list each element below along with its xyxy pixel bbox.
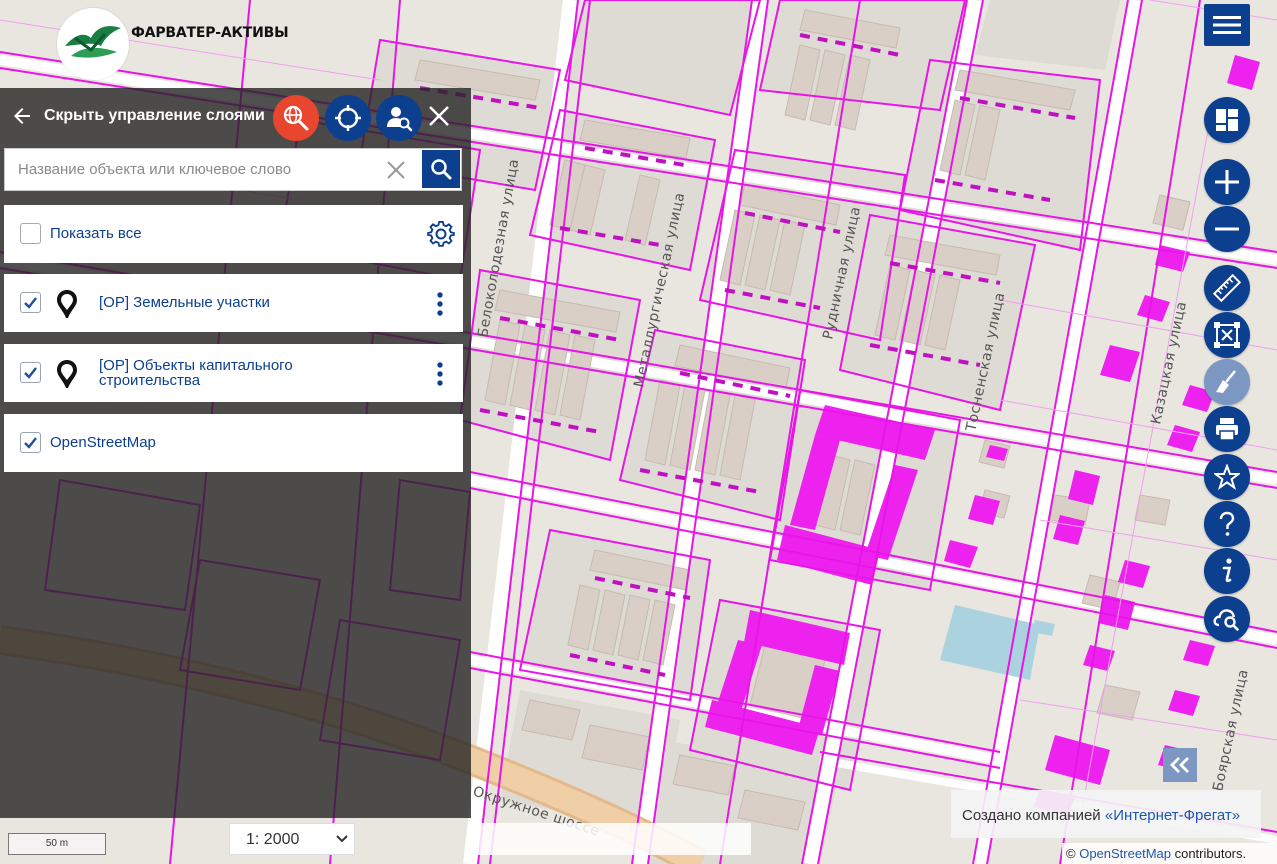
layer-row-osm: OpenStreetMap: [4, 414, 463, 472]
check-icon: [24, 297, 37, 309]
layer-label-capital-objects[interactable]: [ОР] Объекты капитального строительства: [99, 358, 359, 388]
zoom-in-icon: [1215, 170, 1239, 194]
layers-panel: Скрыть управление слоями Название объект…: [0, 88, 471, 818]
back-arrow-icon[interactable]: [10, 104, 34, 128]
layers-grid-button[interactable]: [1204, 97, 1250, 143]
collapse-icon: [1170, 757, 1189, 773]
layer-checkbox-land-plots[interactable]: [20, 292, 41, 313]
selection-button[interactable]: [1204, 312, 1250, 358]
osm-prefix: ©: [1066, 846, 1080, 861]
company-credit: Создано компанией «Интернет-Фрегат»: [951, 790, 1261, 838]
company-link[interactable]: «Интернет-Фрегат»: [1105, 807, 1240, 824]
ruler-icon: [1213, 274, 1241, 302]
show-all-label[interactable]: Показать все: [50, 225, 142, 242]
clear-search-icon[interactable]: [385, 159, 407, 181]
coordinates-box: [478, 823, 751, 855]
panel-header: Скрыть управление слоями: [0, 88, 471, 144]
star-icon: [1214, 464, 1240, 490]
layer-checkbox-osm[interactable]: [20, 432, 41, 453]
eraser-icon: [1216, 370, 1236, 393]
logo-emblem: [57, 8, 129, 80]
scale-select-value: 1: 2000: [246, 831, 300, 848]
logo-text: ФАРВАТЕР-АКТИВЫ: [131, 25, 289, 41]
print-button[interactable]: [1204, 406, 1250, 452]
osm-attribution: © OpenStreetMap contributors.: [1062, 843, 1277, 864]
layer-label-land-plots[interactable]: [ОР] Земельные участки: [99, 294, 270, 311]
zoom-out-icon: [1215, 227, 1239, 231]
chevron-down-icon: [336, 835, 348, 843]
more-vertical-icon[interactable]: [432, 291, 448, 317]
measure-button[interactable]: [1204, 265, 1250, 311]
layer-label-osm[interactable]: OpenStreetMap: [50, 434, 156, 451]
help-button[interactable]: [1204, 501, 1250, 547]
credit-prefix: Создано компанией: [962, 807, 1105, 824]
layers-grid-icon: [1216, 109, 1238, 131]
clear-button[interactable]: [1204, 359, 1250, 405]
user-search-icon: [387, 107, 413, 132]
layer-checkbox-capital-objects[interactable]: [20, 362, 41, 383]
scale-bar-label: 50 m: [45, 838, 69, 849]
global-search-button[interactable]: [273, 95, 319, 141]
globe-search-icon: [283, 105, 309, 131]
gear-icon[interactable]: [426, 219, 456, 249]
osm-link[interactable]: OpenStreetMap: [1079, 846, 1171, 861]
more-vertical-icon[interactable]: [432, 361, 448, 387]
menu-button[interactable]: [1204, 4, 1250, 46]
logo[interactable]: ФАРВАТЕР-АКТИВЫ: [57, 8, 289, 80]
cloud-search-icon: [1213, 609, 1239, 631]
print-icon: [1216, 418, 1238, 441]
search-button[interactable]: [422, 150, 460, 188]
map-pin-icon: [57, 360, 77, 388]
menu-icon: [1213, 16, 1241, 34]
scale-select[interactable]: 1: 2000: [229, 823, 355, 855]
check-icon: [24, 437, 37, 449]
layer-row-land-plots: [ОР] Земельные участки: [4, 274, 463, 332]
collapse-button[interactable]: [1163, 748, 1197, 782]
info-button[interactable]: [1204, 548, 1250, 594]
zoom-in-button[interactable]: [1204, 159, 1250, 205]
zoom-out-button[interactable]: [1204, 206, 1250, 252]
scale-bar: 50 m: [8, 833, 106, 855]
favorites-button[interactable]: [1204, 454, 1250, 500]
app: Белоколодезная улица Металлургическая ул…: [0, 0, 1277, 864]
layer-row-capital-objects: [ОР] Объекты капитального строительства: [4, 344, 463, 402]
map-pin-icon: [57, 290, 77, 318]
osm-suffix: contributors.: [1170, 846, 1247, 861]
close-panel-icon[interactable]: [428, 105, 450, 127]
search-icon: [431, 159, 452, 180]
check-icon: [24, 367, 37, 379]
cloud-search-button[interactable]: [1204, 596, 1250, 642]
user-search-button[interactable]: [376, 95, 422, 141]
info-icon: [1222, 558, 1232, 583]
search-input[interactable]: [5, 149, 388, 190]
hide-layers-title[interactable]: Скрыть управление слоями: [44, 107, 265, 125]
help-icon: [1219, 511, 1235, 536]
selection-icon: [1214, 322, 1240, 348]
show-all-row: Показать все: [4, 205, 463, 263]
geolocation-button[interactable]: [325, 95, 371, 141]
crosshair-icon: [335, 105, 361, 131]
show-all-checkbox[interactable]: [20, 223, 41, 244]
search-box: [4, 148, 462, 191]
